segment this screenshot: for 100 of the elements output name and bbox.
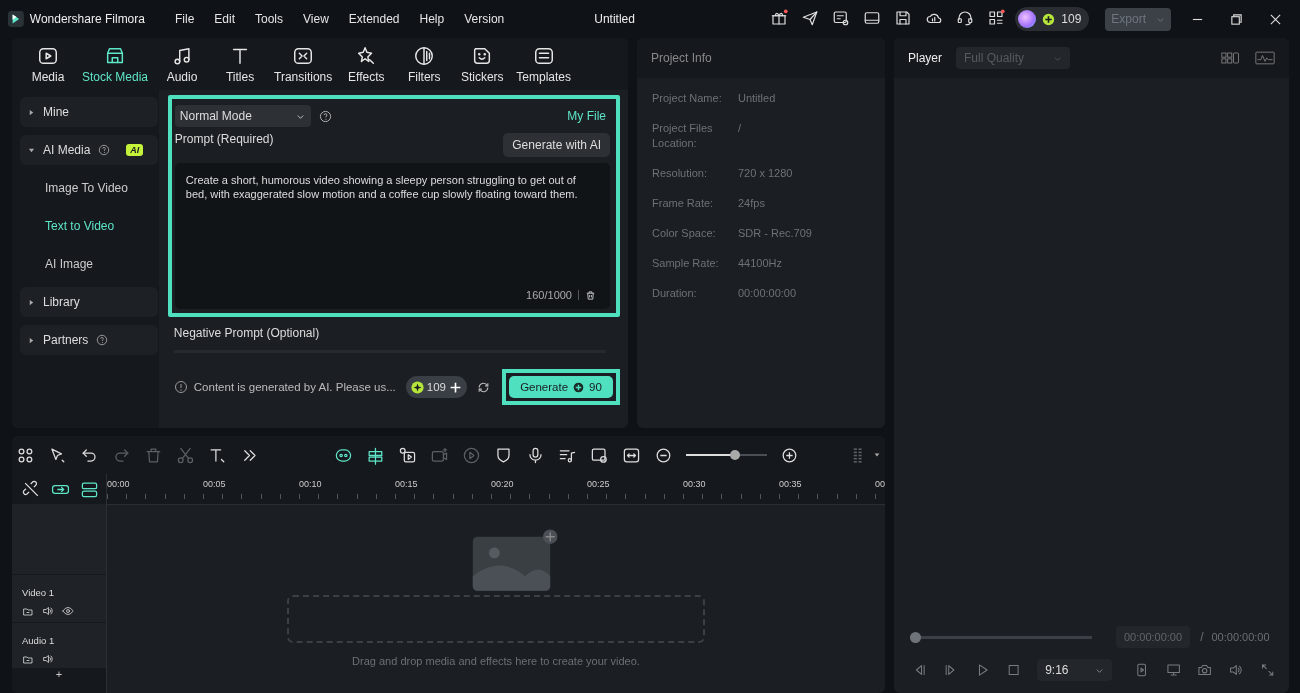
app-grid-icon[interactable] xyxy=(987,8,1006,27)
ruler-time: 00:15 xyxy=(395,478,419,491)
media-tab[interactable]: Media xyxy=(20,44,76,84)
generate-with-ai-button[interactable]: Generate with AI xyxy=(503,133,610,157)
time-separator: / xyxy=(1200,630,1204,644)
help-icon[interactable] xyxy=(96,334,109,346)
media-tab[interactable]: Transitions xyxy=(270,44,337,84)
plus-icon[interactable] xyxy=(449,380,462,394)
filter-circle-icon xyxy=(413,44,436,67)
triangle-icon xyxy=(28,298,35,306)
info-value: 00:00:00:00 xyxy=(738,286,797,301)
menu-item[interactable]: Version xyxy=(464,12,505,26)
caret-icon[interactable] xyxy=(873,451,882,459)
app-logo-icon xyxy=(8,9,24,29)
coin-icon xyxy=(573,381,585,393)
info-label: Project Name: xyxy=(652,91,723,106)
eye-icon[interactable] xyxy=(62,605,74,617)
info-label: Project Files Location: xyxy=(652,121,714,151)
ai-badge: AI xyxy=(126,144,144,156)
speaker-icon[interactable] xyxy=(42,605,54,617)
my-file-link[interactable]: My File xyxy=(567,109,606,123)
display-icon[interactable] xyxy=(1165,662,1182,678)
speaker-icon[interactable] xyxy=(42,653,54,665)
sparkle-icon xyxy=(410,380,424,394)
credits-pill[interactable]: 109 xyxy=(405,376,467,398)
save-icon[interactable] xyxy=(894,8,913,27)
info-value: 720 x 1280 xyxy=(738,166,793,181)
mode-dropdown[interactable]: Normal Mode xyxy=(174,105,311,127)
paper-plane-icon[interactable] xyxy=(801,8,820,27)
info-label: Frame Rate: xyxy=(652,196,715,211)
sidebar-item[interactable]: Text to Video xyxy=(20,211,159,241)
menu-item[interactable]: Help xyxy=(419,12,445,26)
sidebar-group[interactable]: Library xyxy=(20,287,158,317)
video-sparkle-icon[interactable] xyxy=(430,445,450,465)
info-label: Duration: xyxy=(652,286,698,301)
close-icon[interactable] xyxy=(1269,12,1282,26)
menu-item[interactable]: Tools xyxy=(255,12,283,26)
menu-item[interactable]: Extended xyxy=(348,12,400,26)
menu-item[interactable]: File xyxy=(174,12,195,26)
total-time: 00:00:00:00 xyxy=(1211,631,1270,643)
scissors-icon[interactable] xyxy=(175,445,195,465)
generate-button[interactable]: Generate 90 xyxy=(509,376,613,398)
media-tab[interactable]: Templates xyxy=(512,44,575,84)
triangle-icon xyxy=(28,146,35,154)
help-icon[interactable] xyxy=(98,144,111,156)
prompt-field[interactable]: Create a short, humorous video showing a sleepy person struggling to get out of bed, with exaggerated slow motion and a coffee cup slowly floating toward them. 160/1000 xyxy=(174,163,610,309)
info-icon xyxy=(173,380,188,394)
ruler-time: 00:00 xyxy=(107,478,131,491)
ruler-time: 00 xyxy=(875,478,885,491)
ruler-time: 00:25 xyxy=(587,478,611,491)
headset-icon[interactable] xyxy=(956,8,975,27)
app-name: Wondershare Filmora xyxy=(29,12,145,26)
prompt-label: Prompt (Required) xyxy=(174,132,274,146)
menu-item[interactable]: View xyxy=(303,12,329,26)
refresh-icon[interactable] xyxy=(477,380,490,394)
info-value: 24fps xyxy=(738,196,765,211)
checklist-clock-icon[interactable] xyxy=(832,8,851,27)
sidebar-group[interactable]: Partners xyxy=(20,325,158,355)
unlink-icon[interactable] xyxy=(22,479,41,499)
menu-item[interactable]: Edit xyxy=(214,12,235,26)
info-label: Color Space: xyxy=(652,226,717,241)
track-name: Audio 1 xyxy=(22,635,55,646)
clip-play-icon[interactable] xyxy=(398,445,418,465)
info-value: Untitled xyxy=(738,91,776,106)
ai-notice: Content is generated by AI. Please us... xyxy=(193,381,396,393)
trash-icon[interactable] xyxy=(585,289,596,301)
media-tab[interactable]: Stock Media xyxy=(78,44,153,84)
character-count: 160/1000 xyxy=(526,289,572,301)
speaker-icon[interactable] xyxy=(1228,662,1244,678)
media-tab[interactable]: Audio xyxy=(154,44,211,84)
credits-pill[interactable]: 109 xyxy=(1015,7,1090,31)
triangle-icon xyxy=(28,336,35,344)
help-icon[interactable] xyxy=(318,109,332,123)
sidebar-group[interactable]: AI Media AI xyxy=(20,135,158,165)
drop-hint: Drag and drop media and effects here to create your video. xyxy=(352,655,640,667)
layout-icon[interactable] xyxy=(1221,51,1241,65)
info-value: 44100Hz xyxy=(738,256,783,271)
window-title: Untitled xyxy=(594,12,636,26)
panel-title: Player xyxy=(908,51,942,65)
avatar-icon xyxy=(1018,10,1037,28)
add-track-button[interactable]: + xyxy=(55,668,63,680)
triangle-icon xyxy=(28,108,35,116)
gift-icon[interactable] xyxy=(770,8,789,27)
sidebar-group[interactable]: Mine xyxy=(20,97,158,127)
ruler-time: 00:20 xyxy=(491,478,515,491)
sidebar-item[interactable]: AI Image xyxy=(20,249,159,279)
sidebar-item[interactable]: Image To Video xyxy=(20,173,159,203)
aspect-ratio-dropdown[interactable]: 9:16 xyxy=(1037,659,1113,681)
waveform-icon[interactable] xyxy=(1255,51,1275,65)
ruler-time: 00:05 xyxy=(203,478,227,491)
media-tab[interactable]: Filters xyxy=(396,44,453,84)
expand-icon[interactable] xyxy=(1259,662,1275,678)
camera-icon[interactable] xyxy=(1197,662,1213,678)
restore-icon[interactable] xyxy=(1230,12,1243,26)
media-tab[interactable]: Titles xyxy=(212,44,269,84)
media-tab[interactable]: Effects xyxy=(338,44,395,84)
media-tab[interactable]: Stickers xyxy=(454,44,511,84)
negative-prompt-label: Negative Prompt (Optional) xyxy=(173,326,321,340)
ruler-time: 00:35 xyxy=(779,478,803,491)
play-circle-icon[interactable] xyxy=(462,445,481,465)
